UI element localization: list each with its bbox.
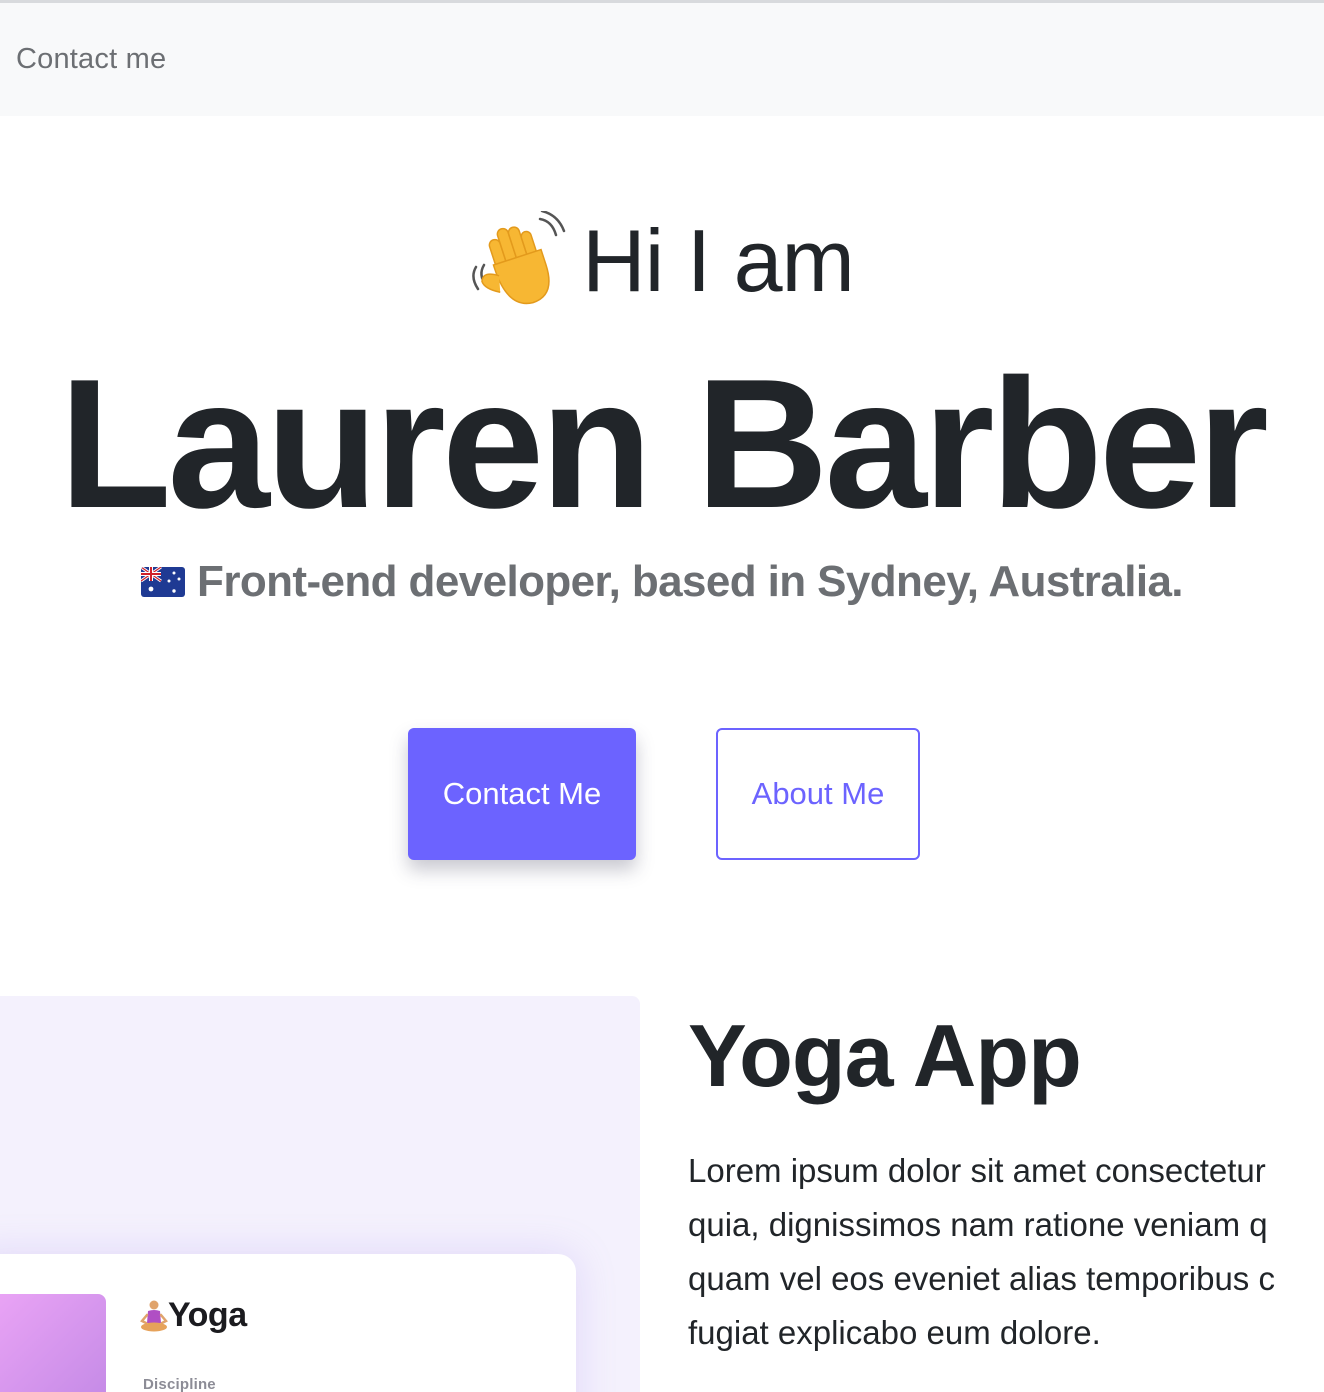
nav-contact-link[interactable]: Contact me — [16, 43, 166, 76]
waving-hand-icon — [470, 209, 570, 311]
top-navbar: Contact me — [0, 0, 1324, 116]
meditating-person-icon — [140, 1299, 168, 1333]
hero-greeting: Hi I am — [0, 206, 1324, 316]
preview-discipline-label: Discipline — [143, 1376, 216, 1392]
preview-title: Yoga — [168, 1296, 247, 1334]
hero-name: Lauren Barber — [59, 340, 1269, 546]
project-preview-image[interactable]: Yoga Discipline — [0, 996, 640, 1392]
preview-title-row: Yoga — [140, 1296, 247, 1340]
project-description-line: quia, dignissimos nam ratione veniam q — [688, 1206, 1268, 1243]
australia-flag-icon — [141, 567, 186, 597]
about-me-button[interactable]: About Me — [716, 728, 920, 860]
project-description-line: quam vel eos eveniet alias temporibus c — [688, 1260, 1275, 1297]
hero-subtitle: Front-end developer, based in Sydney, Au… — [0, 552, 1324, 612]
contact-me-button[interactable]: Contact Me — [408, 728, 636, 860]
hero-greeting-text: Hi I am — [582, 211, 855, 310]
project-description-line: fugiat explicabo eum dolore. — [688, 1314, 1101, 1351]
project-title: Yoga App — [688, 1006, 1082, 1105]
project-description: Lorem ipsum dolor sit amet consectetur q… — [688, 1144, 1324, 1364]
preview-thumbnail — [0, 1294, 106, 1392]
page: Contact me Hi I am Lauren Barber Front-e… — [0, 0, 1324, 1392]
project-description-line: Lorem ipsum dolor sit amet consectetur — [688, 1152, 1266, 1189]
hero-subtitle-text: Front-end developer, based in Sydney, Au… — [197, 557, 1183, 606]
